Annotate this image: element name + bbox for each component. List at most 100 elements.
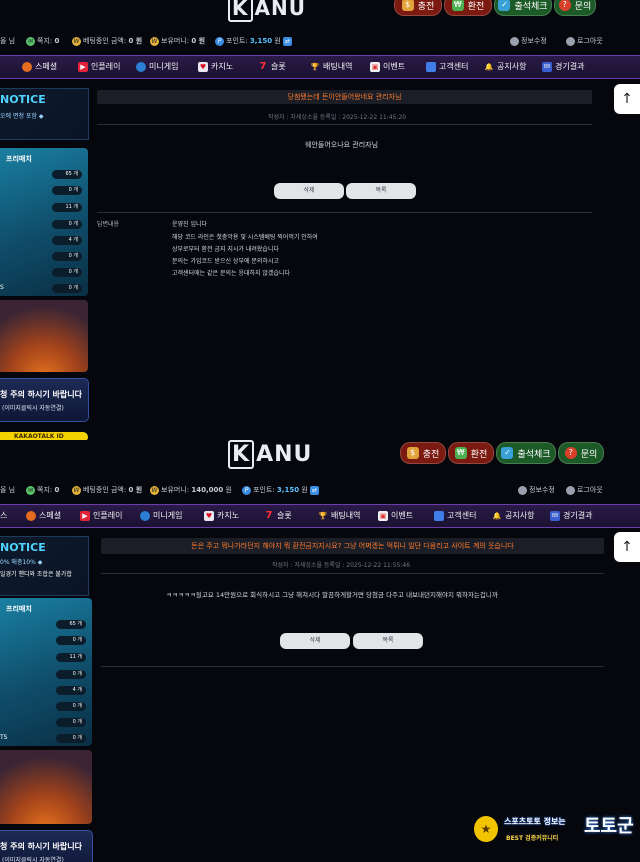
notice-panel[interactable]: NOTICE 0% 매충10% ◆ 일경기 핸디와 조합은 불가합 [0,536,89,596]
scroll-top-button[interactable]: ↑ [614,532,640,562]
notice-title: NOTICE [0,93,46,106]
cash-icon: ₩ [451,0,464,11]
gift-icon: ▣ [370,61,380,72]
nav-inplay[interactable]: ▶ 인플레이 [80,510,122,521]
nav-minigame[interactable]: 미니게임 [136,61,178,72]
logout-link[interactable]: 로그아웃 [566,36,603,46]
post-title: 당첨됐는데 돈이안들어왔네요 관리자님 [97,90,592,104]
nav-results[interactable]: 88 경기결과 [550,510,592,521]
nav-bet-history[interactable]: 🏆 배팅내역 [310,61,353,72]
delete-button[interactable]: 삭제 [274,183,344,199]
prematch-panel[interactable]: 프리매치 65 개 0 개 11 개 0 개 4 개 0 개 0 개 0 개 S [0,148,88,296]
count-pill: 0 개 [56,702,86,711]
nav-special[interactable]: 스페셜 [22,61,57,72]
bell-icon: 🔔 [492,511,502,520]
profile-edit-link[interactable]: 정보수정 [510,36,547,46]
count-pill: 0 개 [56,670,86,679]
notice-subtext: 0% 매충10% ◆ [0,559,43,566]
nav-results[interactable]: 88 경기결과 [542,61,584,72]
nav-bet-history[interactable]: 🏆 배팅내역 [318,510,361,521]
kakao-banner[interactable]: KAKAOTALK ID [0,432,88,440]
site-logo[interactable]: K ANU [228,440,312,469]
nav-notice[interactable]: 🔔 공지사항 [492,510,535,521]
wallet-icon: W [150,36,159,46]
card-icon: ♥ [198,61,208,72]
prematch-panel[interactable]: 프리매치 65 개 0 개 11 개 0 개 4 개 0 개 0 개 0 개 T… [0,598,92,746]
scroll-top-button[interactable]: ↑ [614,84,640,114]
count-pill: 0 개 [56,636,86,645]
nav-inplay[interactable]: ▶ 인플레이 [78,61,120,72]
trophy-icon: 🏆 [318,511,328,520]
wallet-icon: W [150,485,159,495]
post-title: 돈은 주고 뭐나가라던지 해야지 뭐 환전금지지시요? 그냥 어쩌겠는 먹튀니 … [101,538,604,554]
user-info-bar: 올 님 ✉ 쪽지: 0 W 베팅중인 금액: 0 원 W 보유머니: 0 원 P 포인트… [0,32,640,50]
attendance-button[interactable]: ✓ 출석체크 [494,0,552,16]
watermark-badge: ★ 스포츠토토 정보는 BEST 검증커뮤니티 토토군 [472,810,634,850]
point-balance: P 포인트: 3,150 원 ⇄ [215,36,294,46]
withdraw-button[interactable]: ₩ 환전 [444,0,492,16]
nav-casino[interactable]: ♥ 카지노 [204,510,239,521]
point-icon: P [242,485,251,495]
answer-line: 고객센터에는 같은 문의는 응대하지 않겠습니다 [172,270,291,277]
count-pill: 65 개 [52,170,82,179]
inquiry-button[interactable]: ? 문의 [558,442,604,464]
user-level: 올 님 [0,37,16,45]
answer-line: 문의는 가입코드 받으신 상부에 문의하시고 [172,258,279,265]
logout-link[interactable]: 로그아웃 [566,485,603,495]
chat-icon [434,510,444,521]
promo-banner[interactable] [0,300,88,372]
nav-event[interactable]: ▣ 이벤트 [370,61,405,72]
site-logo[interactable]: K ANU [228,0,306,22]
count-pill: 0 개 [52,268,82,277]
convert-icon[interactable]: ⇄ [283,36,292,46]
screenshot-bottom: K ANU $ 충전 ₩ 환전 ✓ 출석체크 ? 문의 올 님 ✉ 쪽지: 0 W 베팅중인 … [0,440,640,862]
nav-minigame[interactable]: 미니게임 [140,510,182,521]
nav-slot[interactable]: 7 슬롯 [264,510,292,521]
convert-icon[interactable]: ⇄ [310,485,319,495]
post-meta: 작성자 : 자세싱소율 등록일 : 2025-12-22 11:45:20 [268,114,407,121]
notice-subtext: 오에 면청 포함 ◆ [0,113,44,120]
seven-icon: 7 [265,509,273,521]
seven-icon: 7 [259,60,267,72]
nav-notice[interactable]: 🔔 공지사항 [484,61,527,72]
play-icon: ▶ [78,61,88,72]
inquiry-button[interactable]: ? 문의 [554,0,596,16]
nav-event[interactable]: ▣ 이벤트 [378,510,413,521]
coin-icon: W [72,485,81,495]
screenshot-top: K ANU $ 충전 ₩ 환전 ✓ 출석체크 ? 문의 올 님 ✉ 쪽지: 0 W 베팅중인 … [0,0,640,440]
nav-sports[interactable]: 스 [0,510,7,521]
warning-banner[interactable]: 청 주의 하시기 바랍니다 (이미지클릭시 자동연결) [0,830,93,862]
bell-icon: 🔔 [484,62,494,71]
main-nav: 스페셜 ▶ 인플레이 미니게임 ♥ 카지노 7 슬롯 🏆 배팅내역 ▣ 이벤트 고객센터 … [0,55,640,79]
coin-icon: W [72,36,81,46]
list-button[interactable]: 목록 [353,633,423,649]
warning-banner[interactable]: 청 주의 하시기 바랍니다 (이미지클릭시 자동연결) [0,378,89,422]
prematch-title: 프리매치 [6,605,32,613]
delete-button[interactable]: 삭제 [280,633,350,649]
nav-customer-center[interactable]: 고객센터 [426,61,468,72]
list-button[interactable]: 목록 [346,183,416,199]
question-icon: ? [558,0,571,11]
power-icon [566,485,575,495]
count-pill: 0 개 [52,284,82,293]
minigame-icon [136,61,146,72]
chat-icon [426,61,436,72]
nav-special[interactable]: 스페셜 [26,510,61,521]
promo-banner[interactable] [0,750,92,824]
message-count[interactable]: ✉ 쪽지: 0 [26,36,59,46]
prematch-last-label: S [0,284,4,291]
deposit-button[interactable]: $ 충전 [394,0,442,16]
nav-customer-center[interactable]: 고객센터 [434,510,476,521]
withdraw-button[interactable]: ₩ 환전 [448,442,494,464]
nav-slot[interactable]: 7 슬롯 [258,61,286,72]
divider [101,573,604,574]
deposit-button[interactable]: $ 충전 [400,442,446,464]
message-count[interactable]: ✉ 쪽지: 0 [26,485,59,495]
attendance-button[interactable]: ✓ 출석체크 [496,442,556,464]
count-pill: 0 개 [56,718,86,727]
calendar-check-icon: ✓ [498,0,511,11]
profile-edit-link[interactable]: 정보수정 [518,485,555,495]
notice-panel[interactable]: NOTICE 오에 면청 포함 ◆ [0,88,89,140]
answer-label: 답변내용 [97,221,120,228]
nav-casino[interactable]: ♥ 카지노 [198,61,233,72]
